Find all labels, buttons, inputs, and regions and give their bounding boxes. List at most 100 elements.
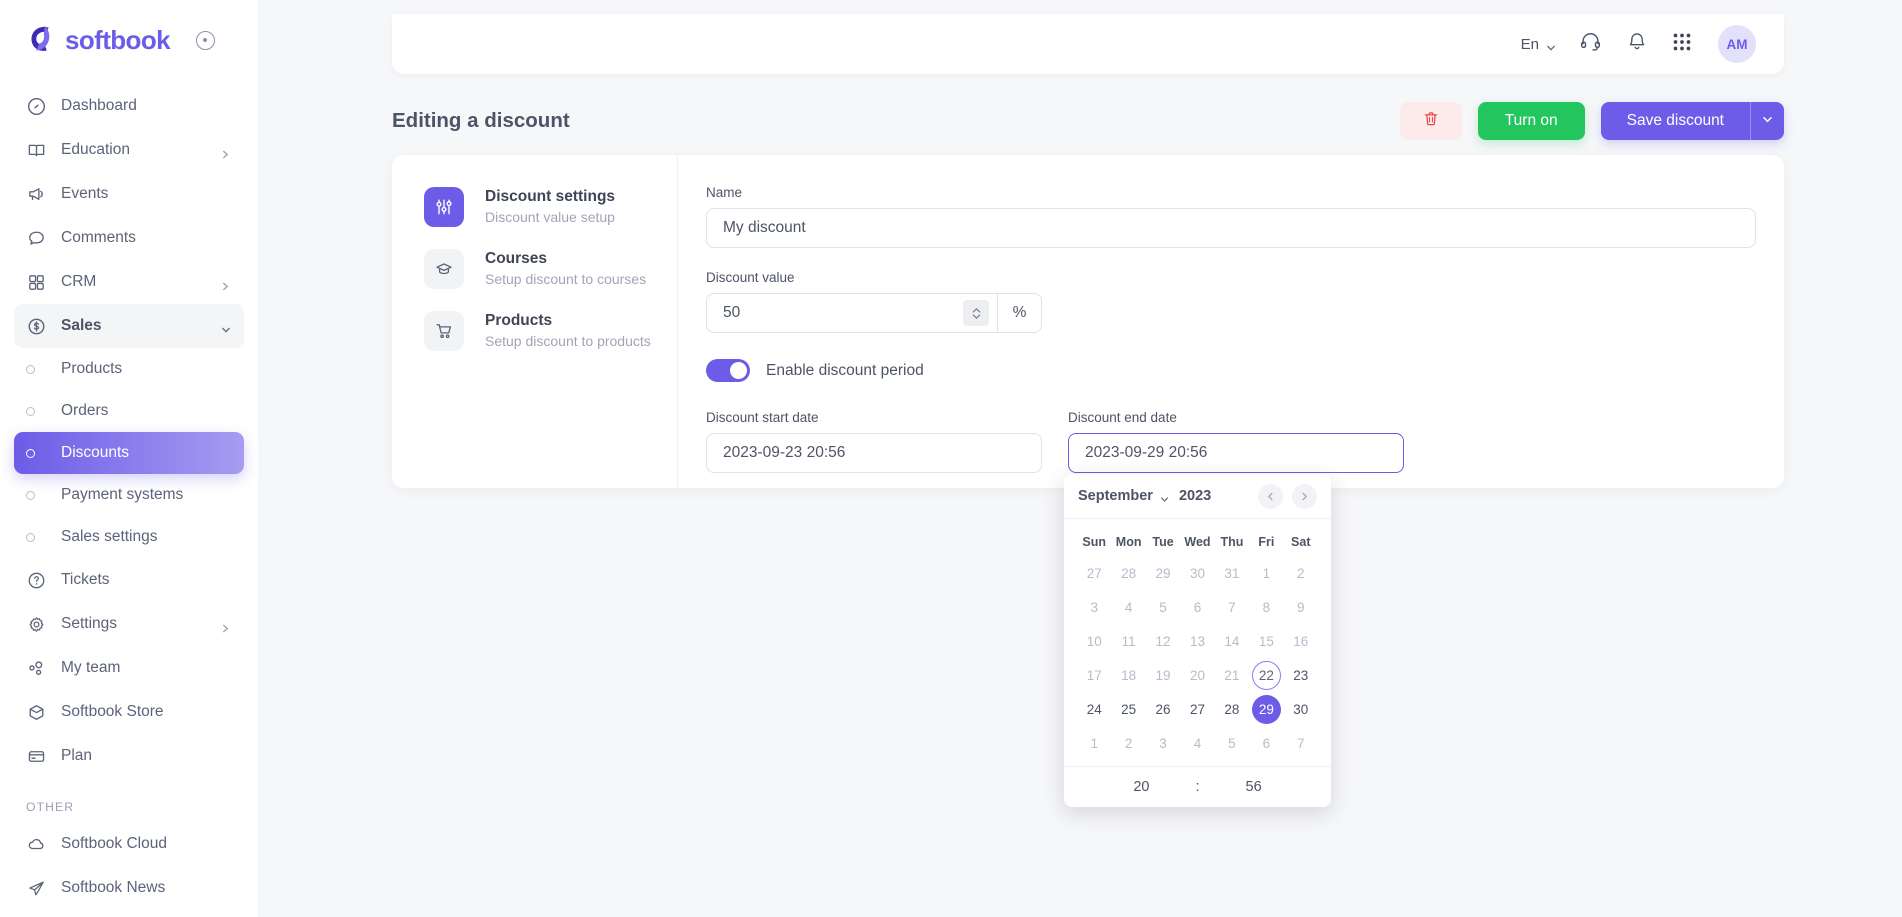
datepicker-day[interactable]: 7 — [1217, 593, 1246, 622]
datepicker-day[interactable]: 26 — [1149, 695, 1178, 724]
datepicker-day[interactable]: 24 — [1080, 695, 1109, 724]
sidebar-item-products[interactable]: Products — [14, 348, 244, 390]
enable-discount-period-toggle[interactable] — [706, 359, 750, 382]
datepicker-day[interactable]: 5 — [1149, 593, 1178, 622]
sidebar-item-settings[interactable]: Settings — [14, 602, 244, 646]
datepicker-day[interactable]: 19 — [1149, 661, 1178, 690]
section-title: Discount settings — [485, 188, 616, 205]
discount-end-date-field: Discount end date 2023-09-29 20:56 — [1068, 410, 1404, 473]
save-options-dropdown-button[interactable] — [1750, 102, 1784, 140]
datepicker-day[interactable]: 4 — [1183, 729, 1212, 758]
datepicker-day[interactable]: 28 — [1114, 559, 1143, 588]
datepicker-day[interactable]: 4 — [1114, 593, 1143, 622]
datepicker-cell: 5 — [1215, 726, 1249, 760]
datepicker-day[interactable]: 17 — [1080, 661, 1109, 690]
discount-value-input[interactable]: 50 — [707, 294, 963, 332]
datepicker-popover: September 2023 Sun Mon Tue Wed Thu Fri Sat 27 2… — [1064, 474, 1331, 807]
datepicker-day[interactable]: 21 — [1217, 661, 1246, 690]
datepicker-day[interactable]: 9 — [1286, 593, 1315, 622]
datepicker-cell: 14 — [1215, 624, 1249, 658]
datepicker-day[interactable]: 3 — [1080, 593, 1109, 622]
datepicker-cell: 1 — [1077, 726, 1111, 760]
sidebar-item-crm[interactable]: CRM — [14, 260, 244, 304]
datepicker-day[interactable]: 30 — [1183, 559, 1212, 588]
sidebar-item-payment-systems[interactable]: Payment systems — [14, 474, 244, 516]
sidebar-item-label: My team — [61, 659, 121, 676]
datepicker-day[interactable]: 11 — [1114, 627, 1143, 656]
sidebar-item-sales[interactable]: Sales — [14, 304, 244, 348]
datepicker-day[interactable]: 18 — [1114, 661, 1143, 690]
datepicker-day[interactable]: 5 — [1217, 729, 1246, 758]
datepicker-day[interactable]: 3 — [1149, 729, 1178, 758]
datepicker-day[interactable]: 27 — [1080, 559, 1109, 588]
discount-end-date-input[interactable]: 2023-09-29 20:56 — [1068, 433, 1404, 473]
datepicker-day-selected[interactable]: 29 — [1251, 694, 1281, 724]
chevron-down-icon — [1160, 492, 1168, 502]
discount-value-unit[interactable]: % — [997, 294, 1041, 332]
notifications-button[interactable] — [1626, 31, 1648, 58]
sidebar-item-my-team[interactable]: My team — [14, 646, 244, 690]
apps-button[interactable] — [1672, 32, 1692, 57]
sidebar-item-orders[interactable]: Orders — [14, 390, 244, 432]
sidebar-item-comments[interactable]: Comments — [14, 216, 244, 260]
datepicker-hour[interactable]: 20 — [1133, 779, 1149, 795]
datepicker-day[interactable]: 10 — [1080, 627, 1109, 656]
datepicker-day[interactable]: 2 — [1114, 729, 1143, 758]
datepicker-day[interactable]: 14 — [1217, 627, 1246, 656]
datepicker-day[interactable]: 15 — [1252, 627, 1281, 656]
datepicker-day[interactable]: 7 — [1286, 729, 1315, 758]
section-discount-settings[interactable]: Discount settings Discount value setup — [392, 187, 677, 227]
datepicker-day[interactable]: 6 — [1252, 729, 1281, 758]
support-button[interactable] — [1579, 30, 1602, 58]
quantity-stepper[interactable] — [963, 300, 989, 326]
avatar[interactable]: AM — [1718, 25, 1756, 63]
datepicker-day[interactable]: 25 — [1114, 695, 1143, 724]
sidebar-item-softbook-news[interactable]: Softbook News — [14, 866, 244, 910]
datepicker-day[interactable]: 6 — [1183, 593, 1212, 622]
datepicker-prev-month-button[interactable] — [1258, 483, 1283, 509]
datepicker-day[interactable]: 20 — [1183, 661, 1212, 690]
sidebar-item-events[interactable]: Events — [14, 172, 244, 216]
discount-start-date-label: Discount start date — [706, 410, 819, 425]
section-courses[interactable]: Courses Setup discount to courses — [392, 249, 677, 289]
datepicker-weekday: Tue — [1152, 535, 1174, 549]
datepicker-day[interactable]: 29 — [1149, 559, 1178, 588]
language-label: En — [1520, 35, 1539, 53]
datepicker-year-label[interactable]: 2023 — [1179, 488, 1211, 504]
brand-logo[interactable]: softbook — [0, 0, 258, 62]
datepicker-minute[interactable]: 56 — [1246, 779, 1262, 795]
chevron-left-icon — [1267, 492, 1273, 500]
datepicker-day[interactable]: 28 — [1217, 695, 1246, 724]
datepicker-day[interactable]: 1 — [1252, 559, 1281, 588]
datepicker-day[interactable]: 23 — [1286, 661, 1315, 690]
sidebar-item-plan[interactable]: Plan — [14, 734, 244, 778]
name-input[interactable]: My discount — [706, 208, 1756, 248]
sidebar-item-tickets[interactable]: Tickets — [14, 558, 244, 602]
section-subtitle: Setup discount to courses — [485, 271, 647, 288]
turn-on-button[interactable]: Turn on — [1477, 102, 1585, 140]
datepicker-day-today[interactable]: 22 — [1251, 660, 1281, 690]
datepicker-month-selector[interactable]: September — [1078, 488, 1168, 504]
sidebar-collapse-icon[interactable] — [195, 30, 215, 50]
language-selector[interactable]: En — [1521, 36, 1555, 53]
datepicker-day[interactable]: 13 — [1183, 627, 1212, 656]
sidebar-item-softbook-cloud[interactable]: Softbook Cloud — [14, 822, 244, 866]
delete-button[interactable] — [1399, 102, 1462, 140]
datepicker-day[interactable]: 1 — [1080, 729, 1109, 758]
sidebar-item-softbook-store[interactable]: Softbook Store — [14, 690, 244, 734]
datepicker-day[interactable]: 2 — [1286, 559, 1315, 588]
datepicker-day[interactable]: 12 — [1149, 627, 1178, 656]
datepicker-day[interactable]: 27 — [1183, 695, 1212, 724]
datepicker-day[interactable]: 8 — [1252, 593, 1281, 622]
sidebar-item-education[interactable]: Education — [14, 128, 244, 172]
sidebar-item-sales-settings[interactable]: Sales settings — [14, 516, 244, 558]
datepicker-day[interactable]: 16 — [1286, 627, 1315, 656]
sidebar-item-dashboard[interactable]: Dashboard — [14, 84, 244, 128]
datepicker-day[interactable]: 31 — [1217, 559, 1246, 588]
save-discount-button[interactable]: Save discount — [1600, 102, 1750, 140]
datepicker-day[interactable]: 30 — [1286, 695, 1315, 724]
discount-start-date-input[interactable]: 2023-09-23 20:56 — [706, 433, 1042, 473]
sidebar-item-discounts[interactable]: Discounts — [14, 432, 244, 474]
section-products[interactable]: Products Setup discount to products — [392, 311, 677, 351]
datepicker-next-month-button[interactable] — [1292, 483, 1317, 509]
